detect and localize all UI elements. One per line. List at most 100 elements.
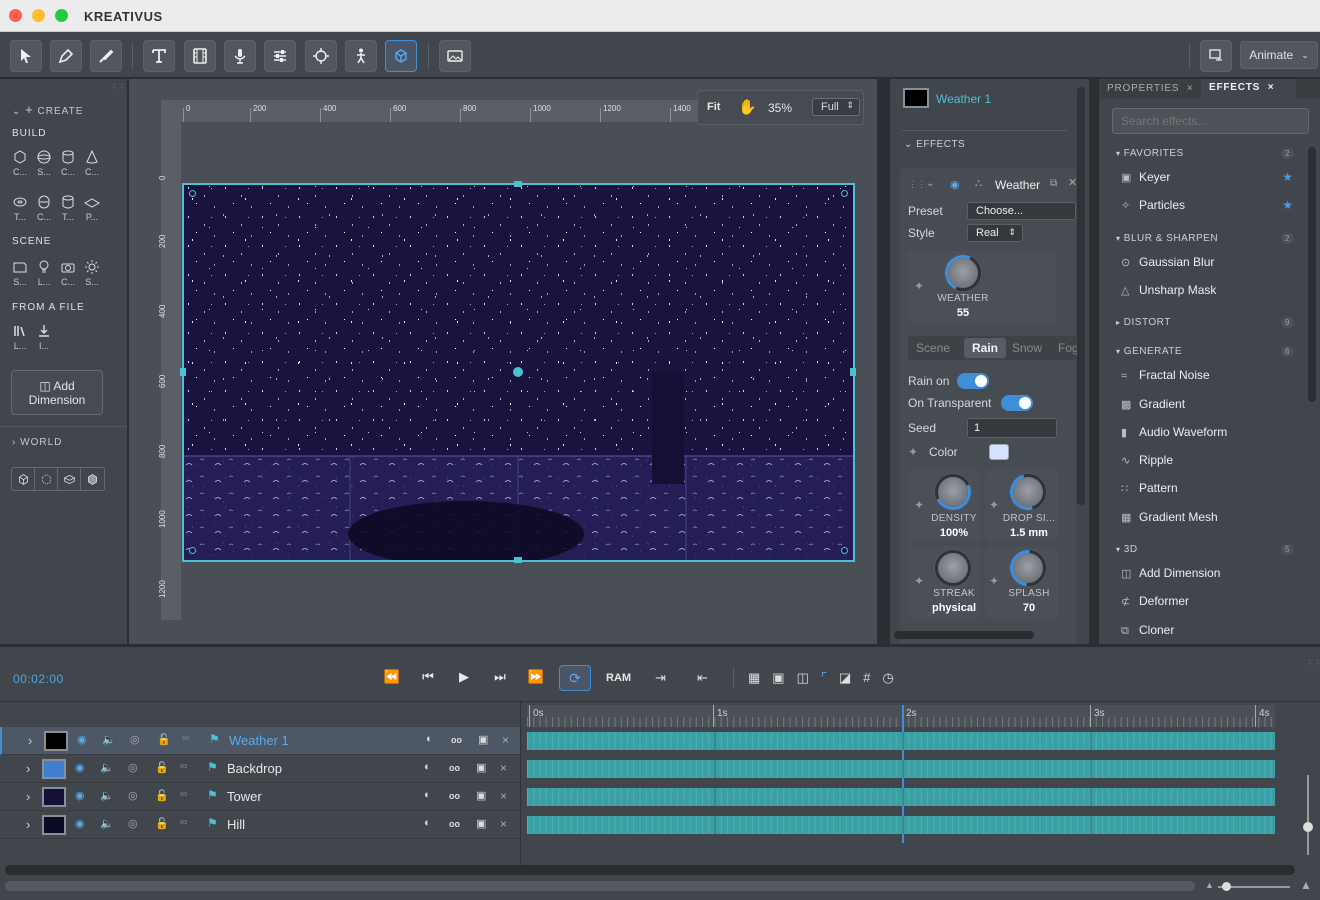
layer-color-swatch[interactable] <box>44 731 68 751</box>
adjust-tool-button[interactable] <box>264 40 296 72</box>
camera-tool[interactable]: C... <box>57 259 79 287</box>
minimize-window-button[interactable] <box>32 9 45 22</box>
eye-icon[interactable]: ◉ <box>950 178 960 191</box>
timecode[interactable]: 00:02:00 <box>13 672 64 686</box>
effect-item[interactable]: ▦ Gradient Mesh <box>1121 510 1299 524</box>
chevron-down-icon[interactable]: ⌄ <box>926 178 934 189</box>
resize-handle[interactable] <box>841 190 848 197</box>
tab-fog[interactable]: Fog <box>1058 341 1079 355</box>
favorite-star-icon[interactable]: ★ <box>1282 170 1293 184</box>
track-tool-button[interactable] <box>305 40 337 72</box>
effect-item[interactable]: ▣ Keyer ★ <box>1121 170 1299 184</box>
timer-icon[interactable]: ◷ <box>883 670 894 686</box>
ram-preview-button[interactable]: RAM <box>606 672 631 684</box>
animate-dropdown[interactable]: Animate ⌄ <box>1240 41 1318 69</box>
layer-track-bar[interactable] <box>527 732 1275 750</box>
layer-track-bar[interactable] <box>527 816 1275 834</box>
audio-speaker-icon[interactable]: 🔈 <box>100 789 114 802</box>
effect-group-header[interactable]: ▸ DISTORT 9 <box>1116 317 1294 329</box>
puppet-tool-button[interactable] <box>345 40 377 72</box>
layer-track-bar[interactable] <box>527 760 1275 778</box>
zoom-in-icon[interactable]: ▲ <box>1300 878 1312 892</box>
add-dimension-button[interactable]: ◫ Add Dimension <box>11 370 103 415</box>
select-tool-button[interactable] <box>10 40 42 72</box>
solo-icon[interactable]: ◎ <box>128 761 138 774</box>
effect-item[interactable]: ⊙ Gaussian Blur <box>1121 255 1299 269</box>
effect-item[interactable]: ▮ Audio Waveform <box>1121 425 1299 439</box>
preset-select[interactable]: Choose... <box>967 202 1076 220</box>
skip-forward-icon[interactable]: ⏭ <box>491 669 509 685</box>
adjustment-icon[interactable]: ▣ <box>476 817 486 830</box>
world-solid-button[interactable] <box>81 468 104 490</box>
effect-group-header[interactable]: ▾ BLUR & SHARPEN 2 <box>1116 232 1294 244</box>
tab-rain[interactable]: Rain <box>972 341 998 355</box>
motion-blur-toggle[interactable]: oo <box>449 763 460 773</box>
audio-speaker-icon[interactable]: 🔈 <box>100 817 114 830</box>
fit-button[interactable]: Fit <box>707 101 720 113</box>
duplicate-icon[interactable]: ⧉ <box>1050 178 1057 189</box>
layer-row[interactable]: › ◉ 🔈 ◎ 🔓 ∞ ⚑ Tower ◐ oo ▣ × <box>0 783 520 811</box>
mid-h-scrollbar[interactable] <box>894 631 1034 639</box>
zoom-level[interactable]: 35% <box>768 101 792 115</box>
resize-handle-top[interactable] <box>514 181 522 187</box>
effect-item[interactable]: ✧ Particles ★ <box>1121 198 1299 212</box>
close-tab-icon[interactable]: × <box>1268 82 1275 93</box>
world-floor-button[interactable] <box>58 468 81 490</box>
lock-icon[interactable]: 🔓 <box>157 733 171 746</box>
blend-mode-icon[interactable]: ◐ <box>424 789 431 801</box>
stage-tool[interactable]: S... <box>9 259 31 287</box>
effects-header[interactable]: ⌄ EFFECTS <box>904 139 965 150</box>
world-header[interactable]: › WORLD <box>12 437 62 448</box>
link-icon[interactable]: ∞ <box>182 733 189 744</box>
visibility-eye-icon[interactable]: ◉ <box>75 789 85 802</box>
anchor-point[interactable] <box>513 367 523 377</box>
close-window-button[interactable] <box>9 9 22 22</box>
solo-icon[interactable]: ◎ <box>130 733 140 746</box>
visibility-eye-icon[interactable]: ◉ <box>75 761 85 774</box>
effect-item[interactable]: ▩ Gradient <box>1121 397 1299 411</box>
text-tool-button[interactable] <box>143 40 175 72</box>
close-tab-icon[interactable]: × <box>1187 83 1194 94</box>
adjustment-icon[interactable]: ▣ <box>478 733 488 746</box>
quality-select[interactable]: Full ⇕ <box>812 98 860 116</box>
effect-item[interactable]: ∿ Ripple <box>1121 453 1299 467</box>
cone-tool[interactable]: C... <box>81 149 103 177</box>
layer-row[interactable]: › ◉ 🔈 ◎ 🔓 ∞ ⚑ Weather 1 ◐ oo ▣ × <box>0 727 520 755</box>
effect-item[interactable]: ≈ Fractal Noise <box>1121 368 1299 382</box>
transparency-icon[interactable]: ◪ <box>839 670 851 686</box>
keyframe-diamond-icon[interactable]: ✦ <box>914 498 924 512</box>
layer-name[interactable]: Hill <box>227 817 245 832</box>
right-scrollbar[interactable] <box>1308 147 1316 402</box>
cube-tool[interactable]: C... <box>9 149 31 177</box>
lock-icon[interactable]: 🔓 <box>155 817 169 830</box>
tab-snow[interactable]: Snow <box>1012 341 1042 355</box>
remove-layer-icon[interactable]: × <box>502 733 509 747</box>
resize-handle-bottom[interactable] <box>514 557 522 563</box>
keyframe-diamond-icon[interactable]: ✦ <box>989 574 999 588</box>
seed-input[interactable]: 1 <box>967 418 1057 438</box>
solo-icon[interactable]: ◎ <box>128 817 138 830</box>
expand-chevron-icon[interactable]: › <box>26 761 30 776</box>
resize-handle[interactable] <box>189 190 196 197</box>
import-tool[interactable]: I... <box>33 323 55 351</box>
audio-speaker-icon[interactable]: 🔈 <box>102 733 116 746</box>
sphere-tool[interactable]: S... <box>33 149 55 177</box>
resize-handle-left[interactable] <box>180 368 186 376</box>
keyframe-diamond-icon[interactable]: ✦ <box>914 279 924 293</box>
maximize-window-button[interactable] <box>55 9 68 22</box>
track-height-slider[interactable] <box>1307 775 1309 855</box>
layer-color-swatch[interactable] <box>42 815 66 835</box>
remove-layer-icon[interactable]: × <box>500 789 507 803</box>
keyframe-diamond-icon[interactable]: ✦ <box>914 574 924 588</box>
pen-tool-button[interactable] <box>50 40 82 72</box>
go-to-end-icon[interactable]: ⇥ <box>655 670 666 686</box>
link-icon[interactable]: ∞ <box>180 817 187 828</box>
layer-row[interactable]: › ◉ 🔈 ◎ 🔓 ∞ ⚑ Backdrop ◐ oo ▣ × <box>0 755 520 783</box>
resize-handle[interactable] <box>841 547 848 554</box>
tab-properties[interactable]: PROPERTIES × <box>1107 83 1194 94</box>
effect-item[interactable]: △ Unsharp Mask <box>1121 283 1299 297</box>
play-icon[interactable]: ▶ <box>455 669 473 685</box>
expand-chevron-icon[interactable]: › <box>26 817 30 832</box>
cylinder-tool[interactable]: C... <box>57 149 79 177</box>
layer-color-swatch[interactable] <box>42 787 66 807</box>
